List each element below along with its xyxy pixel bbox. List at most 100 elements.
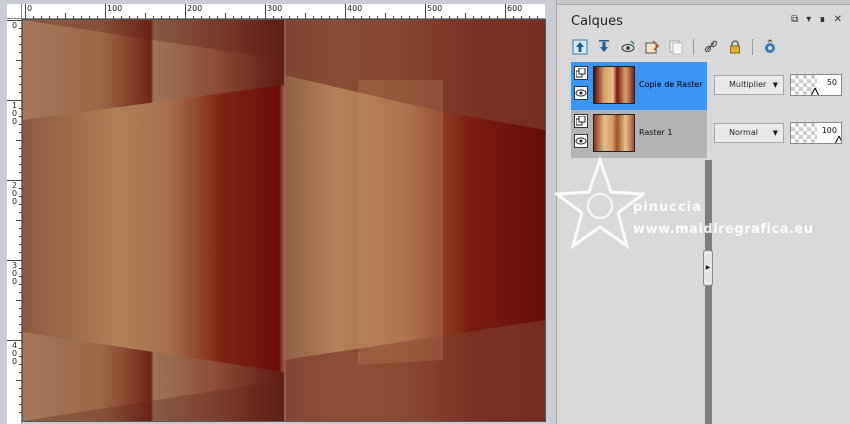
ruler-minor-tick [19,244,22,245]
ruler-minor-tick [19,404,22,405]
ruler-label: 100 [11,101,18,126]
ruler-minor-tick [497,16,498,19]
ruler-minor-tick [41,16,42,19]
ruler-major-tick [7,100,22,101]
mask-icon[interactable] [761,38,779,56]
layer-name: Copie de Raster [639,80,703,89]
opacity-checker [791,123,817,143]
right-panel-highlight [358,80,443,365]
ruler-minor-tick [19,252,22,253]
ruler-label: 600 [507,4,523,13]
ruler-minor-tick [217,16,218,19]
ruler-minor-tick [257,16,258,19]
ruler-minor-tick [137,16,138,19]
ruler-minor-tick [225,13,226,19]
ruler-minor-tick [65,13,66,19]
ruler-minor-tick [441,16,442,19]
ruler-minor-tick [19,228,22,229]
slider-pointer-icon [835,136,841,143]
ruler-minor-tick [19,132,22,133]
ruler-minor-tick [377,16,378,19]
move-layer-up-icon[interactable] [571,38,589,56]
opacity-value: 50 [826,78,837,87]
ruler-corner [7,4,22,19]
ruler-minor-tick [73,16,74,19]
ruler-minor-tick [16,140,22,141]
ruler-minor-tick [19,268,22,269]
ruler-minor-tick [19,356,22,357]
ruler-minor-tick [489,16,490,19]
watermark-url: www.maidiregrafica.eu [633,222,814,237]
ruler-minor-tick [233,16,234,19]
ruler-minor-tick [121,16,122,19]
properties-icon[interactable] [643,38,661,56]
move-layer-down-icon[interactable] [595,38,613,56]
ruler-minor-tick [19,332,22,333]
ruler-minor-tick [353,16,354,19]
horizontal-ruler: 0 100 200 300 400 500 600 [22,4,545,19]
ruler-minor-tick [19,92,22,93]
toolbar-separator [752,39,753,55]
menu-arrow-icon[interactable]: ▾ [806,14,811,25]
eye-icon[interactable] [574,86,588,100]
ruler-label: 400 [347,4,363,13]
visibility-toggle-icon[interactable] [619,38,637,56]
layer-icons [574,66,590,106]
ruler-minor-tick [19,372,22,373]
layer-row-copie-de-raster[interactable]: Copie de Raster [571,62,707,110]
ruler-minor-tick [249,16,250,19]
ruler-minor-tick [457,16,458,19]
ruler-minor-tick [19,276,22,277]
layers-palette: Calques ⧉ ▾ ∎ ✕ Copie de Raster Raster 1… [555,0,850,424]
layer-list: Copie de Raster Raster 1 [571,62,707,158]
ruler-minor-tick [369,16,370,19]
ruler-minor-tick [129,16,130,19]
ruler-minor-tick [433,16,434,19]
ruler-minor-tick [16,220,22,221]
ruler-minor-tick [337,16,338,19]
ruler-minor-tick [417,16,418,19]
opacity-slider[interactable]: 100 [790,122,842,144]
ruler-minor-tick [161,16,162,19]
close-icon[interactable]: ✕ [834,14,842,25]
blend-mode-value: Multiplier [729,80,767,89]
opacity-slider[interactable]: 50 [790,74,842,96]
layer-type-icon [574,66,588,80]
ruler-minor-tick [529,16,530,19]
ruler-minor-tick [16,60,22,61]
link-icon[interactable] [702,38,720,56]
layer-row-raster-1[interactable]: Raster 1 [571,110,707,158]
ruler-minor-tick [19,316,22,317]
ruler-minor-tick [329,16,330,19]
ruler-minor-tick [273,16,274,19]
ruler-minor-tick [19,172,22,173]
image-canvas[interactable] [23,20,545,421]
ruler-major-tick [505,4,506,19]
ruler-minor-tick [19,212,22,213]
ruler-minor-tick [16,380,22,381]
ruler-minor-tick [113,16,114,19]
ruler-minor-tick [19,76,22,77]
ruler-minor-tick [97,16,98,19]
ruler-minor-tick [385,13,386,19]
star-logo-icon [555,156,645,250]
ruler-minor-tick [201,16,202,19]
ruler-label: 400 [11,341,18,366]
lock-icon[interactable] [726,38,744,56]
watermark-name: pinuccia [633,200,702,215]
ruler-minor-tick [19,124,22,125]
duplicate-layer-icon[interactable] [667,38,685,56]
slider-pointer-icon [811,88,819,95]
layer-type-icon [574,114,588,128]
ruler-minor-tick [19,204,22,205]
ruler-minor-tick [19,396,22,397]
blend-mode-select[interactable]: Normal ▼ [714,123,784,143]
ruler-major-tick [105,4,106,19]
ruler-major-tick [265,4,266,19]
canvas-artwork [23,20,545,421]
pin-icon[interactable]: ∎ [819,14,825,25]
eye-icon[interactable] [574,134,588,148]
ruler-minor-tick [19,348,22,349]
restore-icon[interactable]: ⧉ [791,14,798,25]
blend-mode-select[interactable]: Multiplier ▼ [714,75,784,95]
